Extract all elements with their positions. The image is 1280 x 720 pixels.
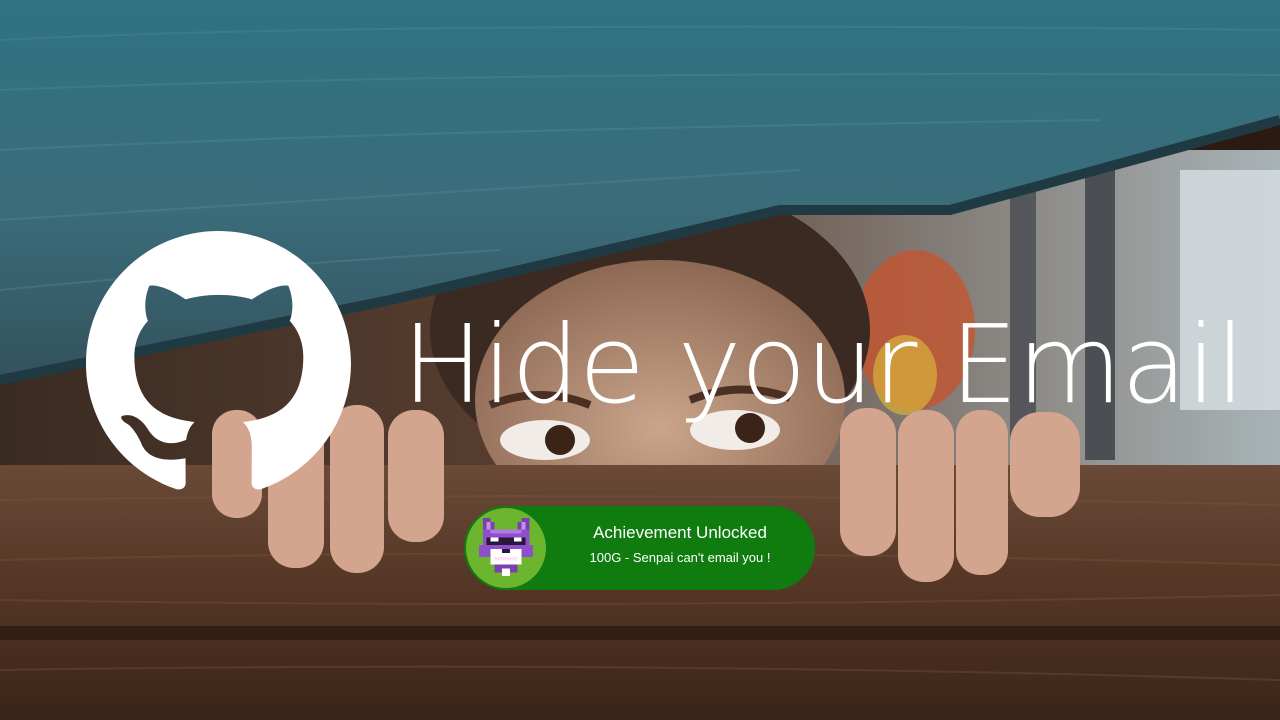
github-octocat-icon [86,231,351,490]
fence-groove [0,626,1280,640]
achievement-toast: Achievement Unlocked 100G - Senpai can't… [464,506,815,590]
pixel-fox-icon [478,518,534,577]
achievement-subtitle: 100G - Senpai can't email you ! [589,550,771,565]
page-title: Hide your Email [402,303,1245,428]
achievement-title: Achievement Unlocked [593,523,767,542]
achievement-avatar [466,508,546,588]
fence-board [0,465,1280,720]
